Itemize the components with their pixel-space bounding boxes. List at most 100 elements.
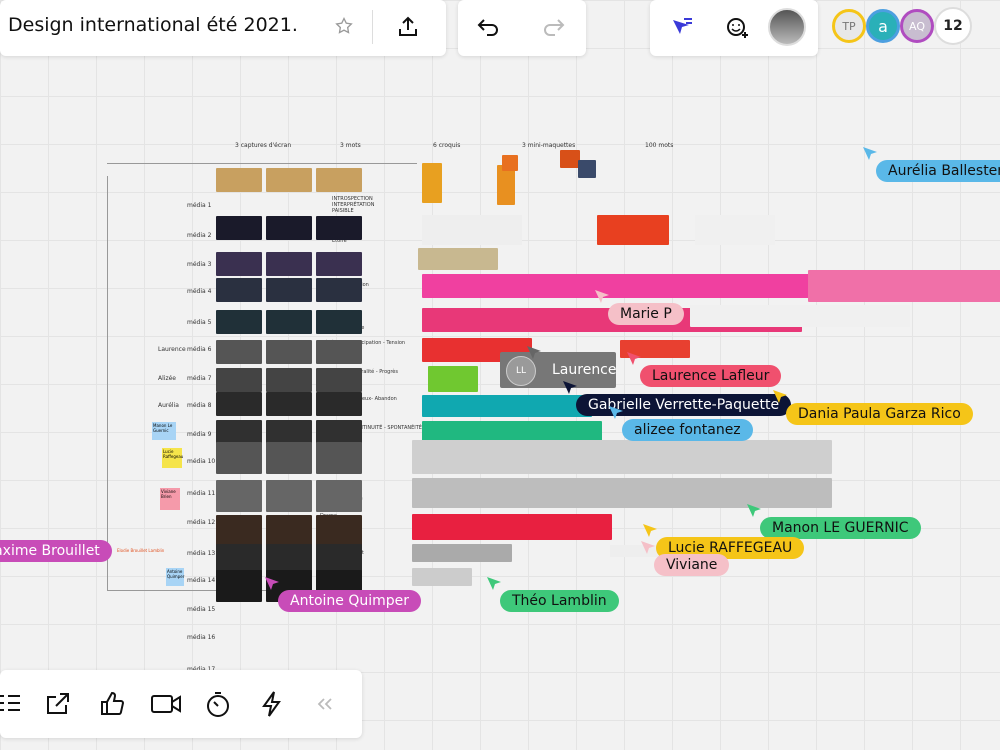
star-icon [335,16,353,34]
board-thumbnail [316,340,362,364]
cursor-arrow-icon [563,381,577,394]
sticky-note-antoine[interactable]: Antoine Quimper [166,568,184,586]
row-label-16: média 16 [187,634,216,641]
cursor-label-10: Viviane [654,554,730,576]
board-thumbnail [597,215,669,245]
board-thumbnail [316,480,362,512]
row-label-7: média 7 [187,375,212,382]
board-thumbnail [216,480,262,512]
upload-icon [399,16,417,36]
row-label-6: média 6 [187,346,212,353]
row-label-4: média 4 [187,288,212,295]
cursor-label-7: alizee fontanez [622,419,753,441]
cursor-toggle-button[interactable] [666,12,698,42]
undo-icon [477,19,498,36]
column-header-screens: 3 captures d'écran [235,142,292,149]
board-thumbnail [216,310,262,334]
history-panel [458,0,586,56]
board-thumbnail [418,248,498,270]
board-thumbnail [316,310,362,334]
board-thumbnail [216,278,262,302]
sticky-note-manon[interactable]: Manon Le Guernic [152,422,176,440]
cursor-label-13: Théo Lamblin [500,590,619,612]
cursor-label-6: Dania Paula Garza Rico [786,403,973,425]
board-thumbnail [412,478,832,508]
board-thumbnail [412,514,612,540]
sticky-note-viviane[interactable]: Viviane Brien [160,488,180,510]
board-thumbnail [266,442,312,474]
lightning-icon [262,691,281,717]
cursor-arrow-icon [595,290,609,303]
board-thumbnail [690,305,910,327]
column-header-100words: 100 mots [645,142,674,149]
board-thumbnail [266,420,312,444]
cursor-arrow-icon [609,406,623,419]
board-thumbnail [412,568,472,586]
board-thumbnail [428,366,478,392]
cursor-label-12: Antoine Quimper [278,590,422,612]
board-thumbnail [266,168,312,192]
bottom-toolbar [0,670,362,738]
row-label-1: média 1 [187,202,212,209]
board-thumbnail [422,421,602,441]
vote-button[interactable] [94,688,130,720]
collaborator-avatar-aq[interactable]: AQ [900,9,934,43]
board-thumbnail [266,310,312,334]
board-thumbnail [216,420,262,444]
timer-button[interactable] [200,688,236,720]
column-header-words: 3 mots [340,142,361,149]
board-thumbnail [216,368,262,392]
list-button[interactable] [0,688,24,718]
board-thumbnail [216,168,262,192]
cursor-arrow-icon [641,541,655,554]
board-thumbnail [266,392,312,416]
video-button[interactable] [146,688,186,720]
star-button[interactable] [330,12,358,40]
small-note: Elodie Brouillet Lamblin [117,548,165,553]
activity-button[interactable] [254,688,290,720]
board-thumbnail [412,544,512,562]
thumbs-up-icon [101,691,125,715]
board-title[interactable]: Design international été 2021. [8,14,298,36]
cursor-arrow-icon [487,577,501,590]
collaborator-avatar-tp[interactable]: TP [832,9,866,43]
reaction-button[interactable] [722,12,754,42]
cursor-arrow-icon [747,504,761,517]
board-thumbnail [216,515,262,547]
user-avatar[interactable] [768,8,806,46]
share-button[interactable] [392,12,424,42]
cursor-label-1: Aurélia Ballester [876,160,1000,182]
board-thumbnail [422,274,822,298]
present-button[interactable] [40,688,76,720]
board-thumbnail [808,270,1000,302]
redo-button[interactable] [538,12,570,42]
cursor-label-8: Manon LE GUERNIC [760,517,921,539]
board-thumbnail [266,480,312,512]
column-header-models: 3 mini-maquettes [522,142,576,149]
board-thumbnail [316,420,362,444]
cursor-filter-icon [673,18,692,34]
collaborator-count[interactable]: 12 [934,7,972,45]
collapse-button[interactable] [310,692,340,716]
row-label-3: média 3 [187,261,212,268]
sticky-note-lucie[interactable]: Lucie Raffegeau [162,448,183,468]
board-thumbnail [412,440,832,474]
board-thumbnail [316,278,362,302]
board-thumbnail [216,392,262,416]
row-label-10: média 10 [187,458,216,465]
row-label-2: média 2 [187,232,212,239]
row-label-15: média 15 [187,606,216,613]
column-axis [107,163,417,164]
collaborators-panel: TP a AQ 12 [826,0,988,56]
cursor-arrow-icon [265,577,279,590]
row-label-8: média 8 [187,402,212,409]
collaborator-avatar-a[interactable]: a [866,9,900,43]
board-thumbnail [422,163,442,203]
separator [372,10,373,44]
row-label-12: média 12 [187,519,216,526]
export-icon [47,693,69,714]
cursor-arrow-icon [627,352,641,365]
undo-button[interactable] [472,12,504,42]
row-label-9: média 9 [187,431,212,438]
board-thumbnail [266,340,312,364]
